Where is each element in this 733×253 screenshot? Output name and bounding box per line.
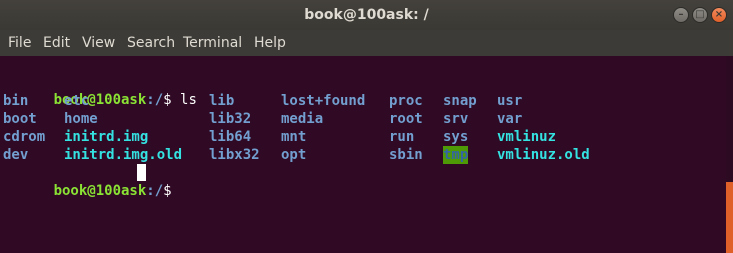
ls-entry: vmlinuz.old xyxy=(497,147,590,163)
ls-entry: lib64 xyxy=(209,129,252,145)
ls-entry: root xyxy=(389,111,423,127)
window-title: book@100ask: / xyxy=(304,7,429,23)
prompt-user: book@100ask xyxy=(53,183,147,199)
ls-entry-tmp: tmp xyxy=(443,146,469,164)
maximize-icon: □ xyxy=(695,9,705,20)
menu-edit[interactable]: Edit xyxy=(43,30,70,56)
ls-entry: var xyxy=(497,111,523,127)
current-prompt-line: book@100ask:/$ xyxy=(3,164,180,199)
command-line: book@100ask:/$ ls xyxy=(3,73,197,108)
ls-entry: proc xyxy=(389,93,423,109)
ls-entry: lib32 xyxy=(209,111,252,127)
menu-file[interactable]: File xyxy=(8,30,31,56)
ls-entry: bin xyxy=(3,93,29,109)
ls-entry: sys xyxy=(443,129,469,145)
ls-entry: lib xyxy=(209,93,235,109)
ls-entry: initrd.img.old xyxy=(64,147,183,163)
menu-terminal[interactable]: Terminal xyxy=(183,30,242,56)
ls-entry: cdrom xyxy=(3,129,46,145)
ls-entry: mnt xyxy=(281,129,307,145)
prompt-path: :/ xyxy=(146,183,164,199)
ls-entry: lost+found xyxy=(281,93,366,109)
ls-entry: initrd.img xyxy=(64,129,149,145)
title-bar[interactable]: book@100ask: / – □ × xyxy=(0,0,733,30)
maximize-button[interactable]: □ xyxy=(692,7,708,23)
menu-view[interactable]: View xyxy=(82,30,115,56)
ls-entry: home xyxy=(64,111,98,127)
ls-entry: etc xyxy=(64,93,90,109)
ls-entry: snap xyxy=(443,93,477,109)
scrollbar-thumb[interactable] xyxy=(726,182,733,253)
menu-search[interactable]: Search xyxy=(127,30,175,56)
ls-entry: boot xyxy=(3,111,37,127)
close-icon: × xyxy=(714,9,724,20)
ls-entry: vmlinuz xyxy=(497,129,557,145)
text-cursor xyxy=(137,164,146,181)
minimize-icon: – xyxy=(678,9,684,20)
ls-entry: media xyxy=(281,111,324,127)
ls-entry: srv xyxy=(443,111,469,127)
close-button[interactable]: × xyxy=(711,7,727,23)
prompt-path: :/ xyxy=(146,92,164,108)
menu-bar: File Edit View Search Terminal Help xyxy=(0,30,733,56)
ls-entry: libx32 xyxy=(209,147,260,163)
terminal-window: book@100ask: / – □ × File Edit View Sear… xyxy=(0,0,733,253)
ls-entry: sbin xyxy=(389,147,423,163)
ls-entry: run xyxy=(389,129,415,145)
minimize-button[interactable]: – xyxy=(673,7,689,23)
prompt-symbol: $ xyxy=(163,183,181,199)
ls-entry: dev xyxy=(3,147,29,163)
terminal-area[interactable]: book@100ask:/$ ls bin etc lib lost+found… xyxy=(0,56,733,253)
ls-entry: opt xyxy=(281,147,307,163)
menu-help[interactable]: Help xyxy=(254,30,286,56)
command-text: ls xyxy=(180,92,197,108)
scrollbar[interactable] xyxy=(726,56,733,253)
prompt-symbol: $ xyxy=(163,92,181,108)
ls-entry: usr xyxy=(497,93,523,109)
